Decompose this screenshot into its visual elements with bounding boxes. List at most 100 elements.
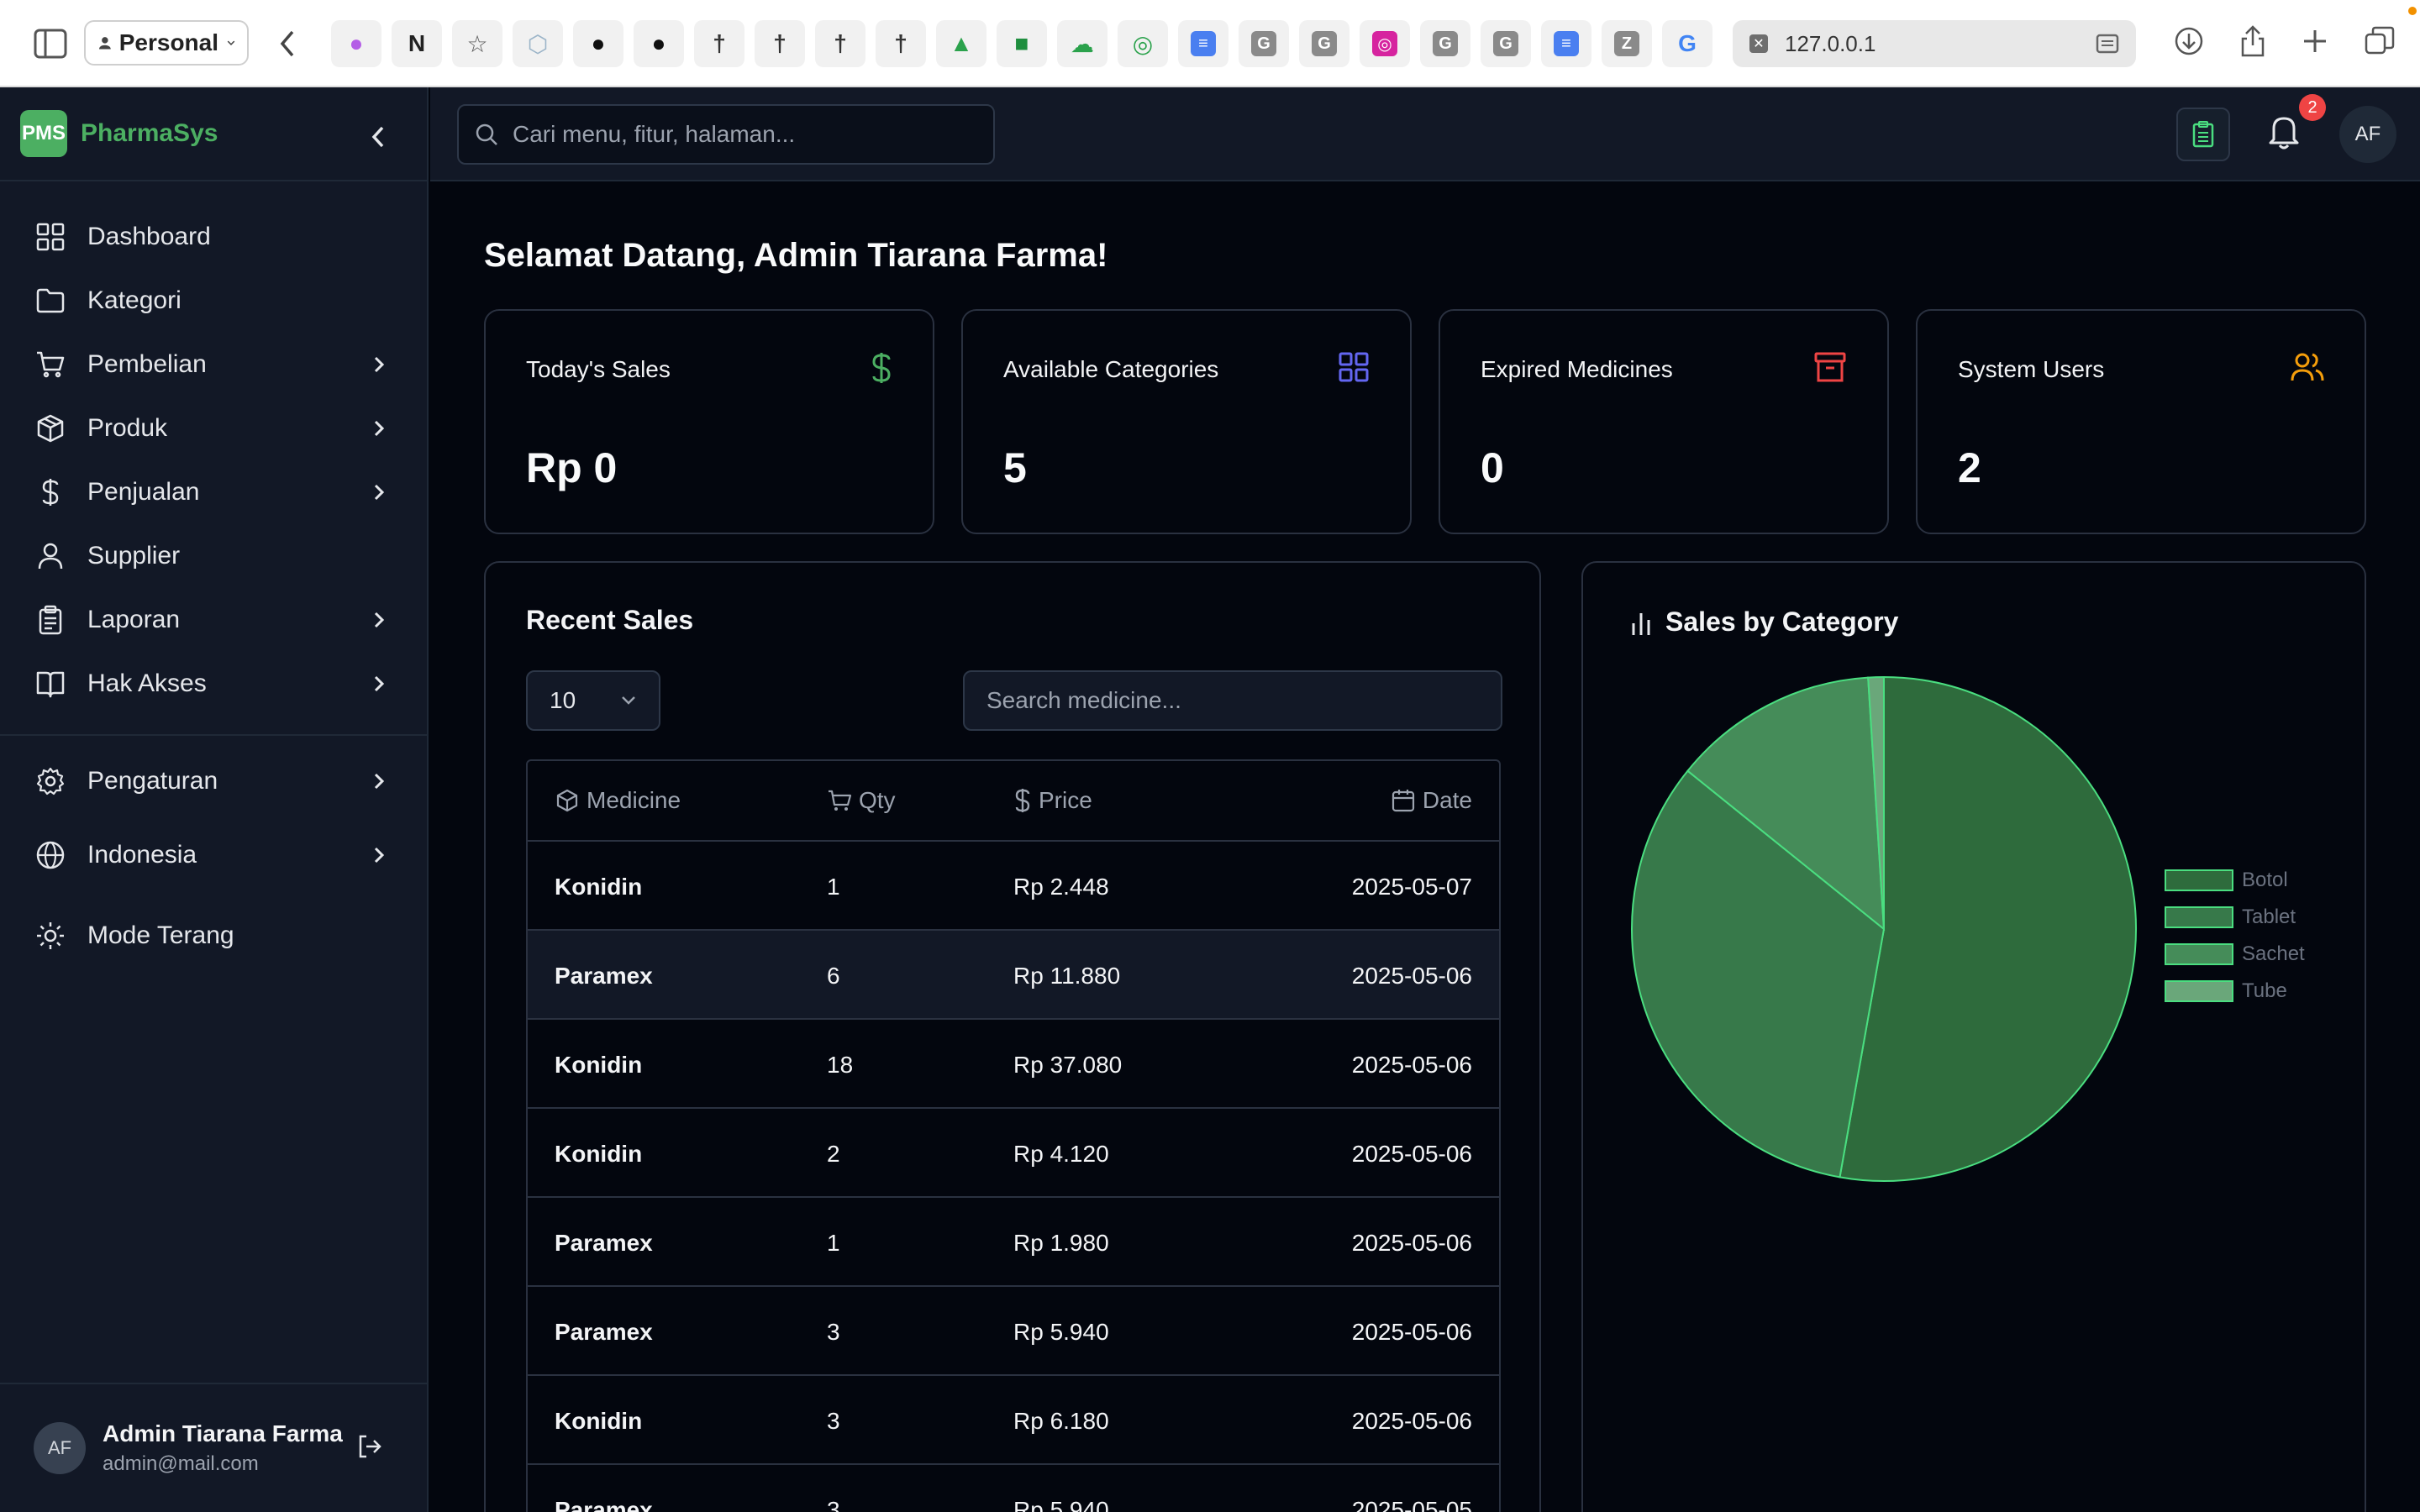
bookmark-g[interactable]: G (1481, 20, 1531, 67)
bookmark-g[interactable]: G (1420, 20, 1470, 67)
table-row[interactable]: Konidin 3 Rp 6.180 2025-05-06 (528, 1376, 1499, 1465)
bookmark-hexagon-icon[interactable]: ⬡ (513, 20, 563, 67)
letter-icon: Z (1614, 31, 1639, 56)
sidebar-item-hak-akses[interactable]: Hak Akses (0, 652, 427, 716)
sidebar-item-kategori[interactable]: Kategori (0, 269, 427, 333)
page-size-select[interactable]: 10 (526, 670, 660, 731)
spiral-icon: ◎ (1132, 30, 1154, 57)
new-tab-icon[interactable] (2302, 29, 2328, 54)
sidebar-toggle-icon[interactable] (34, 29, 67, 59)
page-size-value: 10 (550, 687, 576, 713)
table-row[interactable]: Paramex 1 Rp 1.980 2025-05-06 (528, 1198, 1499, 1287)
page-title: Selamat Datang, Admin Tiarana Farma! (484, 237, 1108, 274)
medicine-search-input[interactable]: Search medicine... (963, 670, 1502, 731)
column-date[interactable]: Date (1391, 787, 1472, 814)
bookmark-spiral-icon[interactable]: ◎ (1118, 20, 1168, 67)
notification-dot (2408, 7, 2417, 15)
table-row[interactable]: Paramex 6 Rp 11.880 2025-05-06 (528, 931, 1499, 1020)
report-button[interactable] (2176, 108, 2230, 161)
legend-label: Sachet (2242, 942, 2305, 965)
package-icon (556, 789, 578, 812)
avatar[interactable]: AF (34, 1422, 86, 1474)
legend-item[interactable]: Botol (2165, 862, 2305, 899)
share-icon[interactable] (2240, 25, 2265, 57)
legend-item[interactable]: Sachet (2165, 936, 2305, 973)
bookmark-docs-icon[interactable]: ≡ (1178, 20, 1228, 67)
sidebar-item-dashboard[interactable]: Dashboard (0, 205, 427, 269)
users-icon (2291, 353, 2324, 381)
sidebar-item-laporan[interactable]: Laporan (0, 588, 427, 652)
sidebar-item-pengaturan[interactable]: Pengaturan (0, 749, 427, 813)
sidebar-item-penjualan[interactable]: Penjualan (0, 460, 427, 524)
bookmark-github-icon[interactable]: ● (634, 20, 684, 67)
notion-icon: N (408, 30, 426, 56)
dollar-icon (42, 479, 59, 506)
bookmark-cloud-icon[interactable]: ☁ (1057, 20, 1107, 67)
column-medicine[interactable]: Medicine (555, 787, 681, 814)
global-search-input[interactable]: Cari menu, fitur, halaman... (457, 104, 995, 165)
cart-icon (37, 351, 65, 378)
bookmark-notion-icon[interactable]: N (392, 20, 442, 67)
package-icon (37, 414, 64, 443)
table-row[interactable]: Paramex 3 Rp 5.940 2025-05-06 (528, 1287, 1499, 1376)
download-icon[interactable] (2175, 27, 2203, 55)
sales-by-category-title: Sales by Category (1665, 606, 1899, 637)
column-qty[interactable]: Qty (827, 787, 896, 814)
bookmark-meet-icon[interactable]: ■ (997, 20, 1047, 67)
avatar[interactable]: AF (2339, 106, 2396, 163)
stat-label: System Users (1958, 356, 2105, 382)
bookmark-drive-icon[interactable]: ▲ (936, 20, 986, 67)
brand-logo: PMS (20, 110, 67, 157)
bookmark-g[interactable]: G (1299, 20, 1349, 67)
bookmark-google-icon[interactable]: G (1662, 20, 1712, 67)
bell-icon (2269, 117, 2299, 150)
table-row[interactable]: Konidin 18 Rp 37.080 2025-05-06 (528, 1020, 1499, 1109)
table-row[interactable]: Paramex 3 Rp 5.940 2025-05-05 (528, 1465, 1499, 1512)
sidebar-item-supplier[interactable]: Supplier (0, 524, 427, 588)
legend-swatch (2165, 906, 2233, 928)
bookmark-g[interactable]: G (1239, 20, 1289, 67)
sidebar-item-language[interactable]: Indonesia (0, 813, 427, 897)
bookmark-figure-icon[interactable]: † (876, 20, 926, 67)
legend-item[interactable]: Tube (2165, 973, 2305, 1010)
medicine-cell: Konidin (555, 1141, 643, 1167)
brand-name[interactable]: PharmaSys (81, 119, 218, 148)
bookmark-star-icon[interactable]: ☆ (452, 20, 502, 67)
medicine-cell: Konidin (555, 1408, 643, 1434)
table-row[interactable]: Konidin 2 Rp 4.120 2025-05-06 (528, 1109, 1499, 1198)
logout-button[interactable] (356, 1433, 383, 1460)
theme-toggle[interactable]: Mode Terang (0, 897, 427, 974)
medicine-cell: Konidin (555, 1052, 643, 1078)
search-placeholder: Cari menu, fitur, halaman... (513, 121, 796, 147)
bookmark-github-icon[interactable]: ● (573, 20, 623, 67)
date-cell: 2025-05-06 (1351, 1141, 1472, 1167)
address-bar[interactable]: ✕ 127.0.0.1 (1733, 20, 2136, 67)
recent-sales-title: Recent Sales (526, 605, 694, 635)
sidebar-item-produk[interactable]: Produk (0, 396, 427, 460)
reader-icon[interactable] (2096, 34, 2119, 54)
collapse-sidebar-button[interactable] (370, 124, 387, 150)
bookmark-brain-icon[interactable]: ● (331, 20, 381, 67)
notifications-button[interactable] (2267, 113, 2301, 150)
bookmark-figure-icon[interactable]: † (694, 20, 744, 67)
back-button[interactable] (277, 29, 297, 59)
legend-item[interactable]: Tablet (2165, 899, 2305, 936)
tabs-overview-icon[interactable] (2365, 26, 2395, 56)
person-icon (99, 37, 111, 50)
stat-value: 0 (1481, 444, 1504, 491)
sidebar-item-pembelian[interactable]: Pembelian (0, 333, 427, 396)
bookmark-docs-icon[interactable]: ≡ (1541, 20, 1591, 67)
bookmark-instagram-icon[interactable]: ◎ (1360, 20, 1410, 67)
profile-switcher[interactable]: Personal (84, 20, 249, 66)
column-price[interactable]: Price (1013, 787, 1092, 814)
bookmark-figure-icon[interactable]: † (755, 20, 805, 67)
bookmark-figure-icon[interactable]: † (815, 20, 865, 67)
star-icon: ☆ (466, 30, 488, 57)
sidebar-item-label: Laporan (87, 606, 181, 633)
user-name: Admin Tiarana Farma (103, 1420, 343, 1446)
price-cell: Rp 1.980 (1013, 1230, 1109, 1256)
stat-label: Available Categories (1003, 356, 1219, 382)
table-row[interactable]: Konidin 1 Rp 2.448 2025-05-07 (528, 842, 1499, 931)
date-cell: 2025-05-05 (1351, 1497, 1472, 1512)
bookmark-z[interactable]: Z (1602, 20, 1652, 67)
